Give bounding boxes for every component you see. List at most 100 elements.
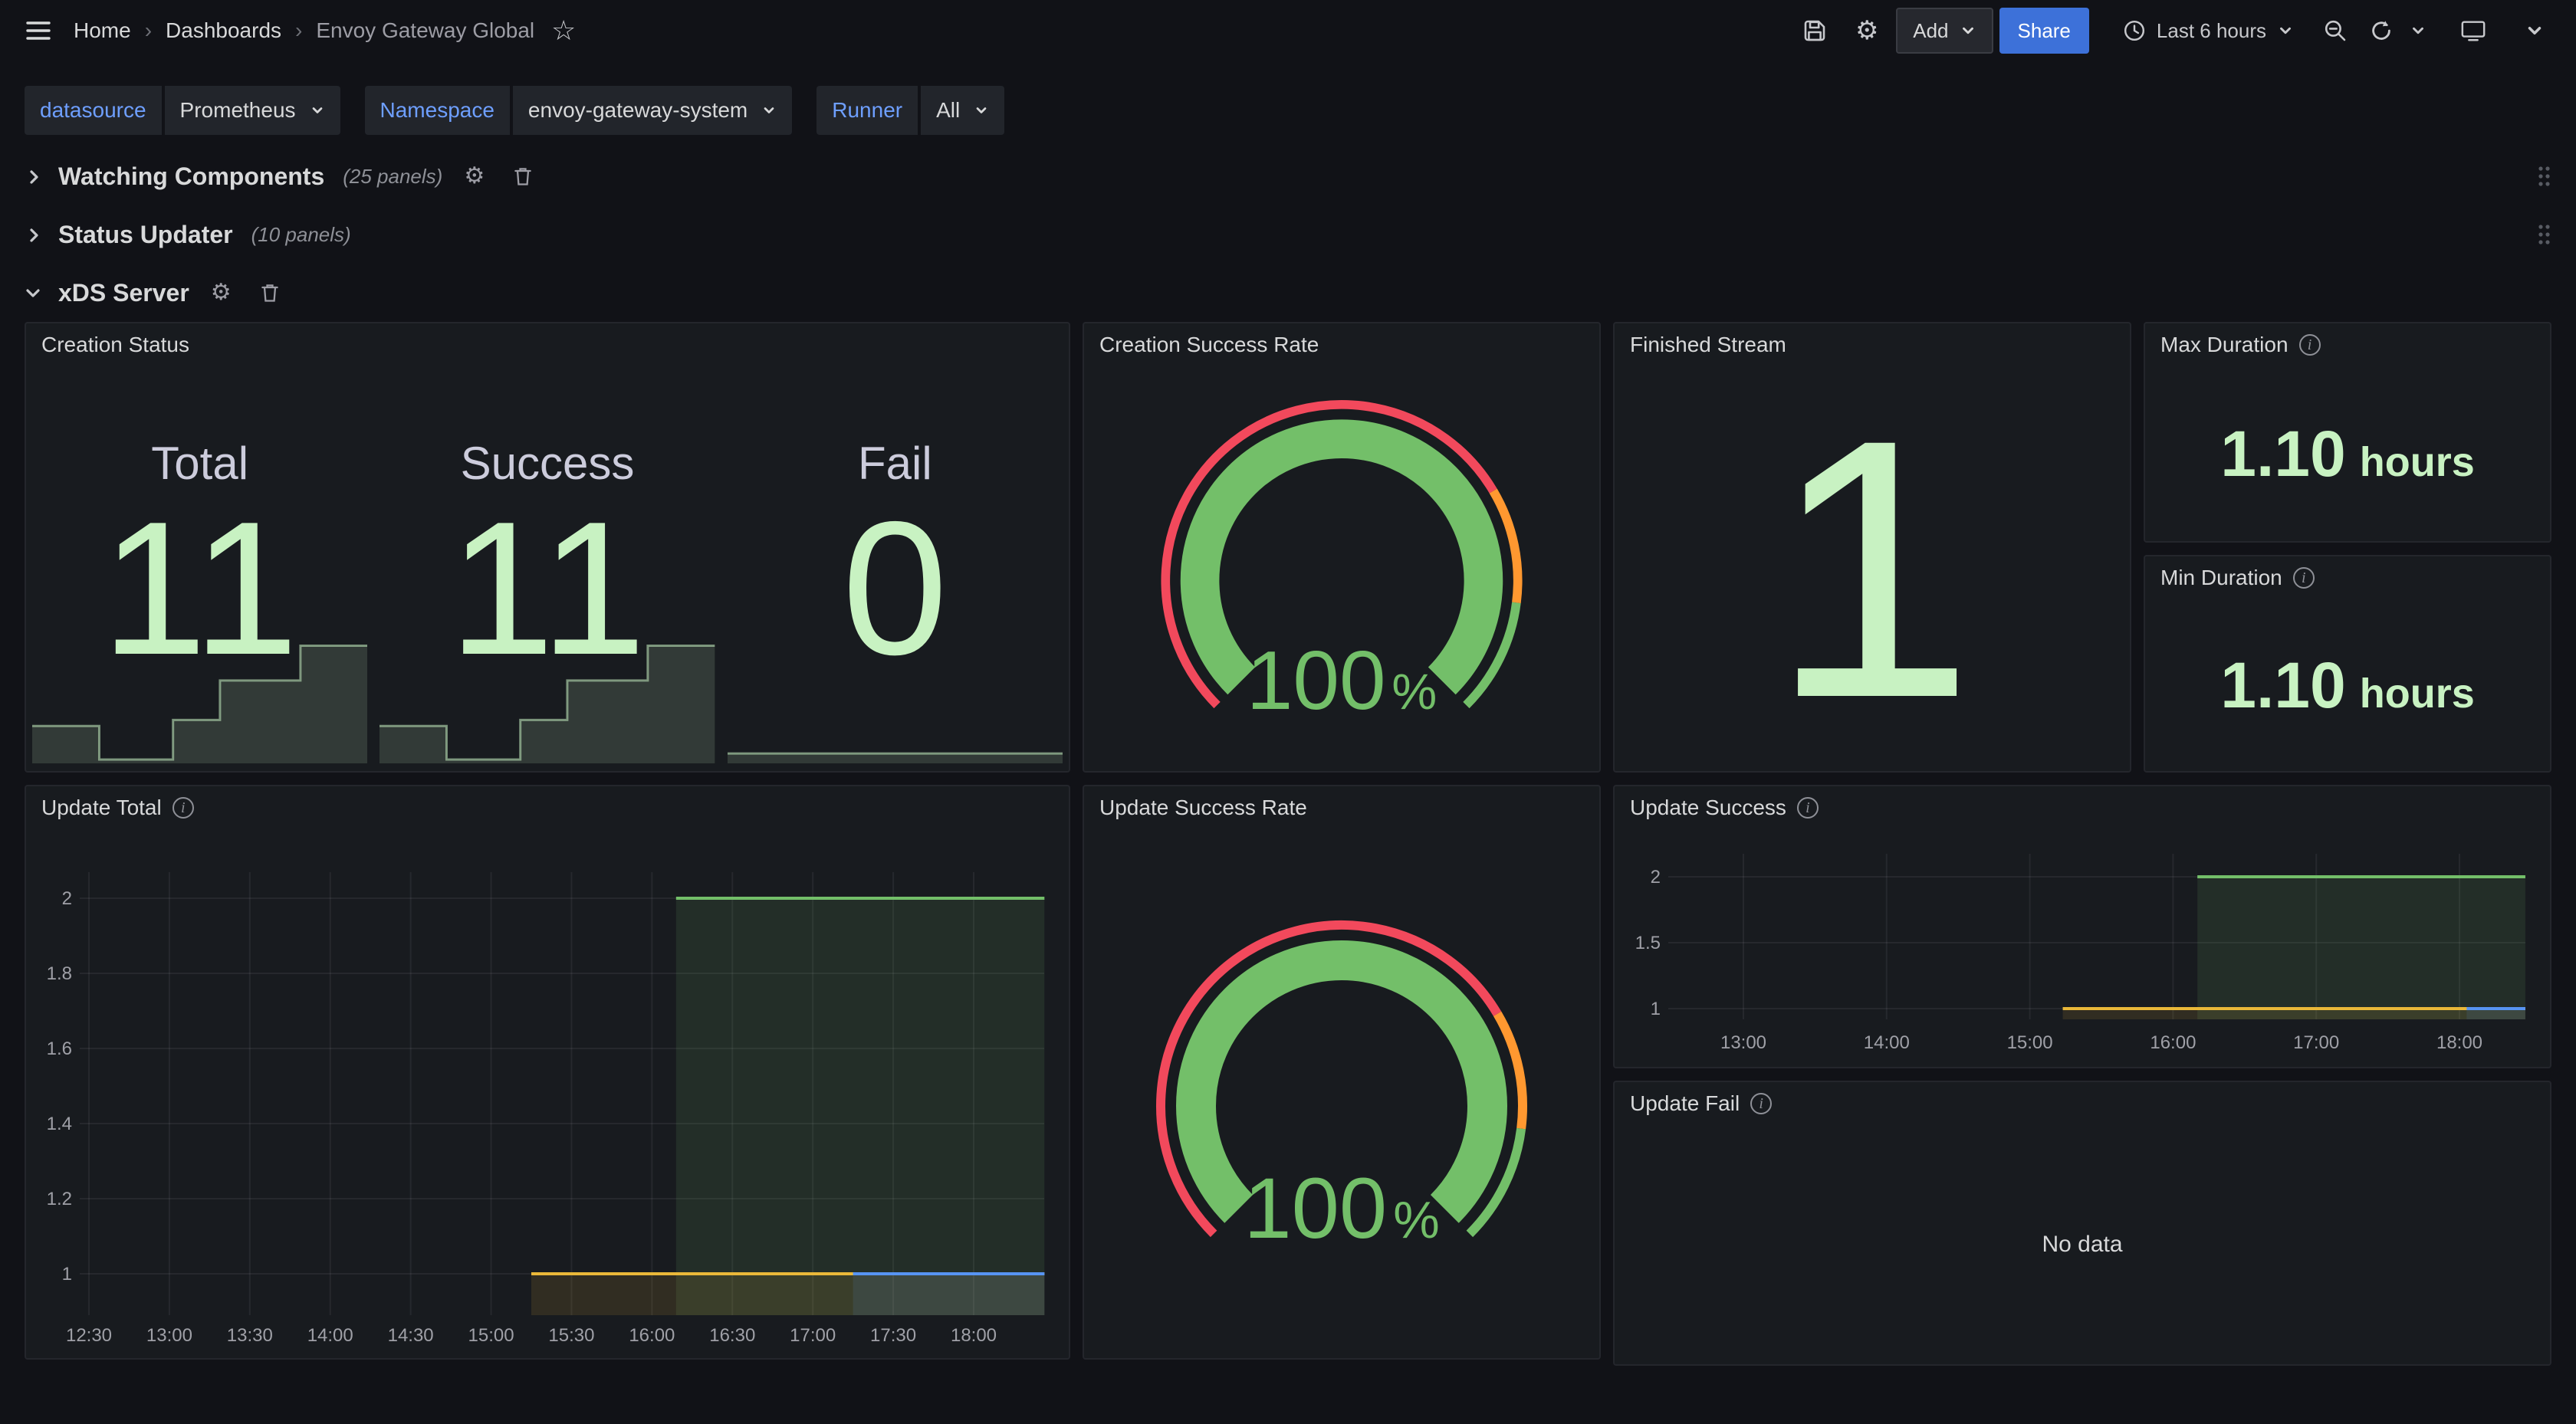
tv-kiosk-mode-button[interactable] — [2450, 8, 2496, 54]
chevron-down-icon — [974, 103, 989, 118]
variable-runner-label: Runner — [816, 86, 918, 135]
info-icon[interactable] — [2293, 567, 2315, 589]
variable-datasource-label: datasource — [25, 86, 162, 135]
row-status-updater[interactable]: Status Updater (10 panels) — [0, 205, 2576, 264]
timeseries-chart[interactable]: 11.5213:0014:0015:0016:0017:0018:00 — [1615, 829, 2553, 1070]
stat-unit: hours — [2360, 438, 2475, 486]
variable-namespace-value[interactable]: envoy-gateway-system — [513, 86, 792, 135]
stat-value: 1 — [1615, 366, 2130, 771]
svg-text:16:30: 16:30 — [709, 1325, 755, 1346]
chevron-right-icon — [25, 167, 43, 185]
top-bar: Home Dashboards Envoy Gateway Global ☆ ⚙… — [0, 0, 2576, 61]
panel-header[interactable]: Update Total — [26, 786, 1069, 829]
panel-header[interactable]: Creation Success Rate — [1084, 323, 1599, 366]
time-range-picker[interactable]: Last 6 hours — [2111, 8, 2306, 54]
breadcrumb-dashboards[interactable]: Dashboards — [131, 18, 281, 43]
chevron-down-icon — [25, 284, 43, 302]
add-panel-button[interactable]: Add — [1896, 8, 1993, 54]
dashboard-variables-bar: datasource Prometheus Namespace envoy-ga… — [0, 61, 2576, 147]
refresh-button[interactable] — [2364, 8, 2398, 54]
chevron-down-icon — [2410, 22, 2426, 39]
variable-runner-value[interactable]: All — [921, 86, 1004, 135]
panel-update-success-rate: Update Success Rate 100% — [1083, 785, 1601, 1360]
row-watching-components[interactable]: Watching Components (25 panels) ⚙ — [0, 147, 2576, 205]
row-settings-button[interactable]: ⚙ — [205, 281, 238, 304]
svg-text:13:00: 13:00 — [1720, 1032, 1766, 1053]
svg-text:2: 2 — [1651, 867, 1661, 888]
add-button-label: Add — [1913, 19, 1948, 43]
collapse-top-bar-button[interactable] — [2512, 8, 2558, 54]
svg-text:14:30: 14:30 — [388, 1325, 434, 1346]
panel-header[interactable]: Min Duration — [2145, 556, 2550, 599]
variable-datasource-selected: Prometheus — [180, 98, 296, 123]
svg-text:16:00: 16:00 — [2150, 1032, 2196, 1053]
svg-text:17:30: 17:30 — [870, 1325, 916, 1346]
panel-finished-stream: Finished Stream 1 — [1613, 322, 2131, 773]
svg-text:100%: 100% — [1247, 634, 1438, 727]
share-button[interactable]: Share — [1999, 8, 2089, 54]
stat-wrapper: 1.10 hours — [2145, 366, 2550, 541]
refresh-icon — [2369, 18, 2394, 43]
variable-datasource: datasource Prometheus — [25, 86, 340, 135]
panel-title: Max Duration — [2160, 333, 2288, 357]
stat-wrapper: 1.10 hours — [2145, 599, 2550, 771]
svg-text:14:00: 14:00 — [1864, 1032, 1910, 1053]
info-icon[interactable] — [1750, 1093, 1772, 1114]
gauge-chart: 100% — [1118, 389, 1566, 748]
row-title: Watching Components — [58, 162, 324, 191]
timeseries-chart[interactable]: 11.21.41.61.8212:3013:0013:3014:0014:301… — [26, 829, 1072, 1361]
panel-min-duration: Min Duration 1.10 hours — [2144, 555, 2551, 773]
svg-text:1: 1 — [62, 1264, 72, 1285]
chevron-down-icon — [310, 103, 325, 118]
panel-header[interactable]: Update Fail — [1615, 1082, 2550, 1125]
panel-header[interactable]: Creation Status — [26, 323, 1069, 366]
breadcrumb-current-dashboard: Envoy Gateway Global — [281, 18, 534, 43]
row-delete-button[interactable] — [253, 281, 287, 304]
variable-datasource-value[interactable]: Prometheus — [165, 86, 340, 135]
panel-header[interactable]: Update Success Rate — [1084, 786, 1599, 829]
chevron-down-icon — [2277, 22, 2294, 39]
row-drag-handle[interactable] — [2536, 223, 2551, 246]
panel-title: Creation Success Rate — [1099, 333, 1319, 357]
save-dashboard-button[interactable] — [1792, 8, 1838, 54]
panel-title: Creation Status — [41, 333, 189, 357]
panel-header[interactable]: Max Duration — [2145, 323, 2550, 366]
trash-icon — [512, 165, 534, 188]
panel-title: Update Fail — [1630, 1091, 1740, 1116]
dashboard-panel-grid: Creation Status Total 11 Success 11 Fail… — [25, 322, 2551, 1380]
chevron-down-icon — [2525, 21, 2545, 41]
svg-text:13:30: 13:30 — [227, 1325, 273, 1346]
zoom-out-time-button[interactable] — [2312, 8, 2358, 54]
panel-title: Update Success Rate — [1099, 796, 1307, 820]
monitor-icon — [2460, 18, 2486, 43]
top-bar-actions: ⚙ Add Share Last 6 hours — [1792, 8, 2558, 54]
panel-header[interactable]: Finished Stream — [1615, 323, 2130, 366]
breadcrumb-home[interactable]: Home — [74, 18, 131, 43]
panel-header[interactable]: Update Success — [1615, 786, 2550, 829]
svg-text:15:00: 15:00 — [468, 1325, 514, 1346]
drag-dots-icon — [2536, 223, 2551, 246]
breadcrumb: Home Dashboards Envoy Gateway Global — [74, 18, 534, 43]
row-settings-button[interactable]: ⚙ — [458, 165, 491, 188]
info-icon[interactable] — [2299, 334, 2321, 356]
svg-text:1.2: 1.2 — [47, 1189, 72, 1209]
svg-text:1.6: 1.6 — [47, 1038, 72, 1059]
svg-text:1.8: 1.8 — [47, 963, 72, 984]
stat-total: Total 11 — [26, 366, 373, 771]
variable-namespace-label: Namespace — [365, 86, 510, 135]
stat-value: 0 — [842, 493, 948, 683]
stat-fail: Fail 0 — [721, 366, 1069, 771]
svg-text:16:00: 16:00 — [629, 1325, 675, 1346]
row-xds-server[interactable]: xDS Server ⚙ — [0, 264, 2576, 322]
stat-value: 11 — [449, 493, 646, 683]
favorite-star-button[interactable]: ☆ — [540, 8, 586, 54]
refresh-interval-dropdown[interactable] — [2404, 8, 2432, 54]
dashboard-settings-button[interactable]: ⚙ — [1844, 8, 1890, 54]
info-icon[interactable] — [1797, 797, 1819, 819]
row-drag-handle[interactable] — [2536, 165, 2551, 188]
menu-toggle-button[interactable] — [15, 8, 61, 54]
row-delete-button[interactable] — [506, 165, 540, 188]
panel-title: Min Duration — [2160, 566, 2282, 590]
info-icon[interactable] — [172, 797, 194, 819]
chevron-down-icon — [1960, 22, 1976, 39]
